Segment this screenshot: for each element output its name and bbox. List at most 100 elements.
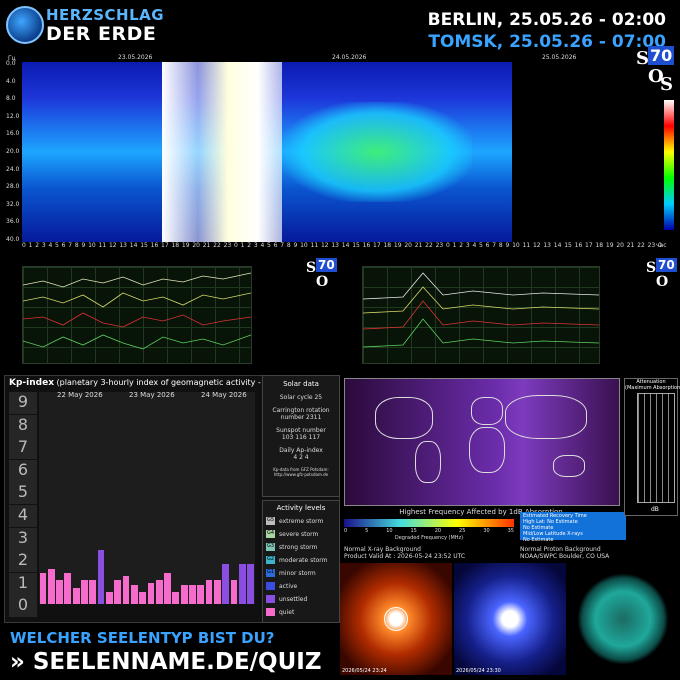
continent-europe [471, 397, 503, 425]
brand-line1: HERZSCHLAG [46, 6, 165, 24]
hour-tick: 21 [414, 242, 423, 249]
ap-label: Daily Ap-index [279, 447, 323, 454]
hour-tick: 13 [543, 242, 551, 249]
activity-swatch: G3 [266, 543, 275, 551]
hour-tick: 22 [425, 242, 433, 249]
hour-tick: 9 [293, 242, 298, 249]
continent-australia [553, 455, 585, 477]
hour-tick: 23 [647, 242, 656, 249]
hours-unit: час [656, 242, 667, 249]
kp-bar [72, 587, 80, 604]
absorption-tick: 15 [410, 528, 417, 534]
hour-tick: 5 [479, 242, 483, 249]
hour-tick: 11 [522, 242, 531, 249]
sos-small2-number: 70 [656, 258, 677, 272]
hour-tick: 14 [341, 242, 350, 249]
trace-white [362, 272, 600, 300]
hour-tick: 7 [68, 242, 73, 249]
hour-tick: 18 [383, 242, 392, 249]
xray-status: Normal X-ray Background Product Valid At… [344, 546, 465, 560]
resonance-line-chart-left [22, 266, 252, 364]
solar-cycle: Solar cycle 25 [279, 394, 323, 401]
kp-level-7: 7 [9, 437, 37, 461]
spectrogram-date-3: 25.05.2026 [542, 54, 577, 61]
sos70-logo-small: S 70 O [306, 258, 346, 308]
hour-tick: 22 [637, 242, 645, 249]
activity-label: severe storm [279, 530, 319, 538]
absorption-tick: 30 [483, 528, 490, 534]
hour-tick: 13 [331, 242, 339, 249]
kp-level-6: 6 [9, 459, 37, 483]
kp-level-2: 2 [9, 550, 37, 574]
kp-level-3: 3 [9, 527, 37, 551]
spectrogram-hour-axis: 0 1 2 3 4 5 6 7 8 9 10 11 12 13 14 15 16 17 18 19 20 21 22 23 0 1… [22, 242, 662, 249]
spectrogram-date-2: 24.05.2026 [332, 54, 367, 61]
solar-title: Solar data [283, 380, 319, 388]
spectrogram-y-tick: 0.0 [6, 60, 16, 67]
hour-tick: 15 [140, 242, 148, 249]
hour-tick: 13 [119, 242, 127, 249]
sdo-sun-image [568, 563, 678, 675]
hour-tick: 11 [310, 242, 319, 249]
kp-bar [105, 592, 113, 604]
kp-bar [222, 563, 230, 604]
hour-tick: 18 [171, 242, 180, 249]
sos70-logo: S 70 O S [634, 44, 675, 95]
quiz-link[interactable]: » SEELENNAME.DE/QUIZ [10, 649, 322, 675]
hour-tick: 4 [260, 242, 265, 249]
absorption-axis-label: Degraded Frequency (MHz) [394, 535, 464, 541]
hour-tick: 10 [512, 242, 520, 249]
hour-tick: 20 [404, 242, 412, 249]
hour-tick: 2 [247, 242, 252, 249]
spectrogram-burst-region [162, 62, 282, 242]
hour-tick: 3 [41, 242, 46, 249]
sos-small-s1: S [306, 260, 317, 276]
kp-level-5: 5 [9, 482, 37, 506]
trace-green-2 [362, 318, 600, 348]
spectrogram-empty-region [512, 62, 642, 242]
brand-line2: DER ERDE [46, 23, 157, 45]
tomsk-time: TOMSK, 25.05.26 - 07:00 [428, 32, 666, 52]
spectrogram-colorbar [664, 100, 674, 230]
kp-level-9: 9 [9, 392, 37, 415]
continent-south-america [415, 441, 441, 483]
kp-level-0: 0 [9, 595, 37, 619]
kp-bar [139, 592, 146, 604]
proton-line2: NOAA/SWPC Boulder, CO USA [520, 553, 610, 560]
absorption-ticks: 0 5 10 15 20 25 30 35 [344, 528, 514, 534]
hour-tick: 1 [28, 242, 33, 249]
activity-swatch [266, 595, 275, 603]
hour-tick: 0 [234, 242, 238, 249]
activity-level-row: unsettled [266, 595, 307, 603]
occulter-circle-icon [384, 607, 408, 631]
berlin-time: BERLIN, 25.05.26 - 02:00 [427, 10, 666, 30]
kp-bar [47, 568, 55, 604]
hour-tick: 7 [280, 242, 285, 249]
proton-status: Normal Proton Background NOAA/SWPC Bould… [520, 546, 609, 560]
hour-tick: 1 [452, 242, 457, 249]
continent-asia [505, 395, 587, 439]
hour-tick: 19 [181, 242, 190, 249]
kp-bar [56, 580, 63, 604]
hour-tick: 11 [98, 242, 107, 249]
hour-tick: 12 [108, 242, 117, 249]
hour-tick: 5 [267, 242, 271, 249]
activity-swatch: G4 [266, 530, 275, 538]
absorption-tick: 0 [344, 528, 348, 534]
trace-yellow [22, 272, 252, 288]
hour-tick: 15 [352, 242, 360, 249]
hour-tick: 23 [435, 242, 444, 249]
kp-source: Kp-data from GFZ Potsdam: http://www.gfz… [273, 467, 329, 477]
left-chart-traces [22, 272, 252, 350]
trace-green [22, 334, 252, 350]
kp-bar [197, 585, 205, 604]
hour-tick: 6 [485, 242, 490, 249]
activity-label: extreme storm [279, 517, 324, 525]
spectrogram-y-tick: 16.0 [6, 130, 20, 138]
hour-tick: 16 [362, 242, 371, 249]
sos70-logo-small-2: S 70 O [646, 258, 680, 308]
kp-bars [39, 392, 255, 604]
kp-bar [130, 585, 138, 604]
kp-bar [247, 563, 254, 604]
attenuation-title: Attenuation (Maximum Absorption) [625, 379, 680, 391]
